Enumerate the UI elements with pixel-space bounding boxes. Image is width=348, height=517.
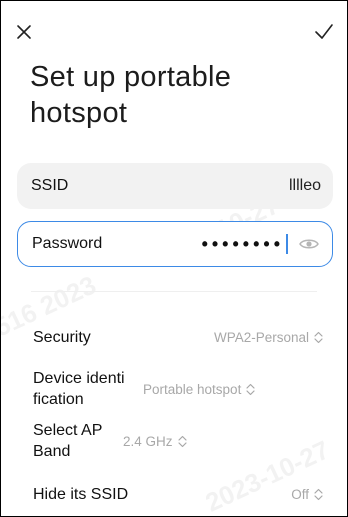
toggle-visibility-button[interactable]	[298, 233, 320, 255]
chevron-up-down-icon	[314, 488, 323, 500]
check-icon	[315, 24, 333, 39]
chevron-up-down-icon	[246, 383, 255, 395]
chevron-up-down-icon	[314, 331, 323, 343]
setting-label: Device identi fication	[33, 370, 125, 408]
setting-row-ap-band[interactable]: Select AP Band 2.4 GHz	[33, 419, 323, 463]
password-field[interactable]: Password ••••••••	[17, 221, 333, 267]
setting-value: WPA2-Personal	[213, 329, 309, 345]
eye-icon	[299, 239, 319, 249]
setting-value: 2.4 GHz	[123, 433, 173, 449]
setting-value: Portable hotspot	[143, 381, 242, 397]
setting-label: Security	[33, 328, 91, 346]
close-button[interactable]	[7, 15, 41, 49]
setting-value: Off	[291, 486, 309, 502]
close-icon	[17, 25, 31, 39]
ssid-label: SSID	[31, 177, 69, 194]
password-input[interactable]: ••••••••	[202, 235, 284, 253]
setting-label: Hide its SSID	[33, 485, 129, 503]
password-label: Password	[32, 235, 103, 252]
setting-label: Select AP Band	[33, 422, 103, 460]
top-bar	[1, 15, 347, 47]
setting-row-hide-ssid[interactable]: Hide its SSID Off	[33, 483, 323, 505]
text-cursor	[286, 234, 288, 254]
ssid-field[interactable]: SSID lllleo	[17, 163, 333, 209]
setting-row-device-identification[interactable]: Device identi fication Portable hotspot	[33, 367, 323, 411]
hotspot-setup-screen: 2023-10-27 516 2023 2023-10-27 Set up po…	[0, 0, 348, 517]
chevron-up-down-icon	[177, 435, 187, 447]
page-title: Set up portable hotspot	[30, 61, 232, 129]
ssid-value: lllleo	[288, 177, 321, 194]
section-divider	[31, 291, 317, 292]
setting-row-security[interactable]: Security WPA2-Personal	[33, 326, 323, 348]
confirm-button[interactable]	[307, 15, 341, 49]
